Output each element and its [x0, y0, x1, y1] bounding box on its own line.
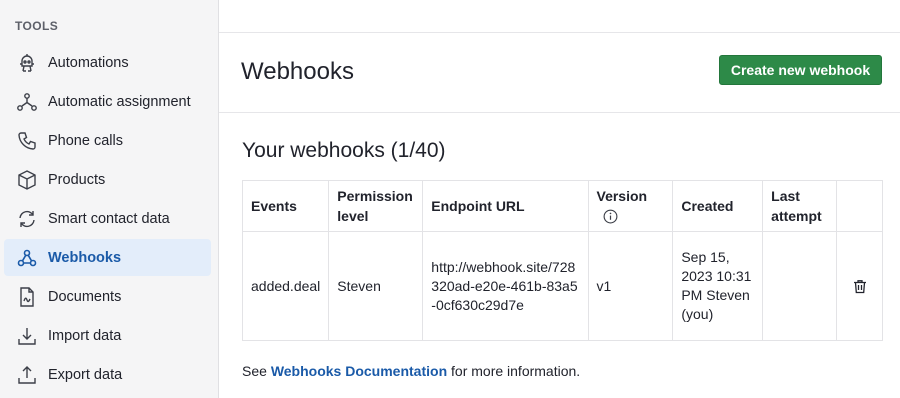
sidebar-item-label: Smart contact data — [48, 210, 170, 227]
box-icon — [16, 169, 38, 191]
table-row: added.deal Steven http://webhook.site/72… — [241, 231, 883, 341]
cell-permission-level: Steven — [328, 231, 424, 341]
column-header-endpoint-url: Endpoint URL — [422, 180, 589, 232]
robot-icon — [16, 52, 38, 74]
webhook-icon — [16, 247, 38, 269]
column-header-version: Version — [587, 180, 674, 232]
document-icon — [16, 286, 38, 308]
column-header-created: Created — [672, 180, 764, 232]
cell-events: added.deal — [241, 231, 330, 341]
sidebar-item-webhooks[interactable]: Webhooks — [4, 239, 211, 276]
info-icon[interactable] — [603, 209, 618, 224]
webhooks-documentation-link[interactable]: Webhooks Documentation — [271, 363, 447, 379]
sidebar-item-label: Webhooks — [48, 249, 122, 266]
sidebar-item-export-data[interactable]: Export data — [4, 356, 211, 393]
sidebar-item-products[interactable]: Products — [4, 161, 211, 198]
create-webhook-button[interactable]: Create new webhook — [719, 55, 882, 85]
table-header-row: Events Permission level Endpoint URL Ver… — [241, 180, 883, 232]
sidebar-item-label: Export data — [48, 366, 123, 383]
sidebar-heading: TOOLS — [15, 19, 59, 33]
import-icon — [16, 325, 38, 347]
sidebar-item-label: Phone calls — [48, 132, 123, 149]
sidebar-item-automations[interactable]: Automations — [4, 44, 211, 81]
page-header: Webhooks Create new webhook — [219, 33, 900, 113]
sidebar-item-label: Automatic assignment — [48, 93, 191, 110]
sidebar-item-automatic-assignment[interactable]: Automatic assignment — [4, 83, 211, 120]
top-bar — [219, 0, 900, 33]
page-title: Webhooks — [241, 58, 354, 85]
phone-icon — [16, 130, 38, 152]
cell-actions — [836, 231, 883, 341]
column-header-last-attempt: Last attempt — [762, 180, 838, 232]
sidebar-item-label: Documents — [48, 288, 122, 305]
webhooks-table: Events Permission level Endpoint URL Ver… — [241, 180, 883, 341]
column-header-actions — [836, 180, 883, 232]
sidebar-item-phone-calls[interactable]: Phone calls — [4, 122, 211, 159]
sidebar-item-import-data[interactable]: Import data — [4, 317, 211, 354]
sidebar-item-label: Import data — [48, 327, 122, 344]
cell-last-attempt — [762, 231, 838, 341]
sidebar: TOOLS Automations Automatic assignment P… — [0, 0, 219, 398]
trash-icon[interactable] — [853, 279, 867, 294]
footer-prefix: See — [242, 363, 271, 379]
cell-created: Sep 15, 2023 10:31 PM Steven (you) — [672, 231, 764, 341]
refresh-icon — [16, 208, 38, 230]
cell-version: v1 — [587, 231, 674, 341]
sidebar-item-documents[interactable]: Documents — [4, 278, 211, 315]
sidebar-item-label: Products — [48, 171, 106, 188]
footer-note: See Webhooks Documentation for more info… — [242, 363, 580, 379]
section-title: Your webhooks (1/40) — [242, 139, 446, 162]
column-header-permission-level: Permission level — [328, 180, 424, 232]
cell-endpoint-url: http://webhook.site/728320ad-e20e-461b-8… — [422, 231, 589, 341]
sidebar-item-smart-contact-data[interactable]: Smart contact data — [4, 200, 211, 237]
sidebar-item-label: Automations — [48, 54, 129, 71]
footer-suffix: for more information. — [447, 363, 581, 379]
assignment-icon — [16, 91, 38, 113]
column-header-events: Events — [241, 180, 330, 232]
column-header-version-label: Version — [596, 188, 648, 204]
export-icon — [16, 364, 38, 386]
